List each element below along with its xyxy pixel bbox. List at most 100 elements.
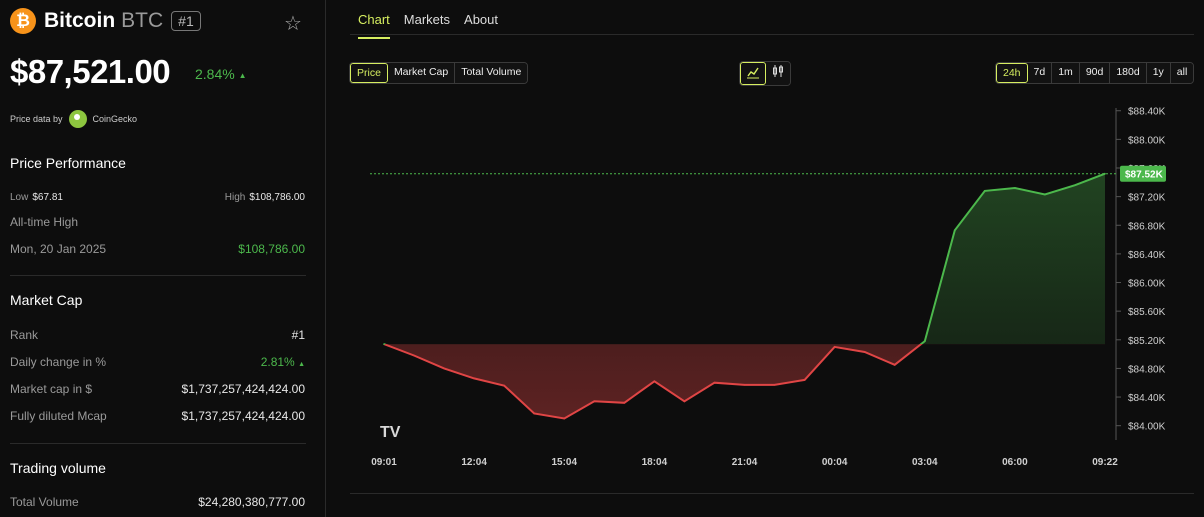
divider [10, 443, 306, 444]
y-tick-label: $84.80K [1128, 364, 1166, 375]
y-tick-label: $85.20K [1128, 336, 1166, 347]
tradingview-logo-icon: TV [380, 424, 401, 441]
price-point [863, 351, 866, 353]
x-tick-label: 21:04 [732, 457, 758, 468]
price-data-source: Price data by CoinGecko [10, 110, 137, 128]
low-field: Low $67.81 [10, 192, 63, 203]
candlestick-button[interactable] [766, 62, 790, 85]
low-value: $67.81 [32, 192, 63, 203]
price-change: 2.84% ▲ [195, 66, 247, 82]
trading-volume-title: Trading volume [10, 460, 106, 476]
price-point [383, 343, 385, 345]
coin-symbol: BTC [121, 9, 164, 32]
price-point [1014, 187, 1016, 189]
rank-label: Rank [10, 328, 39, 342]
range-24h-button[interactable]: 24h [996, 63, 1028, 83]
range-1m-button[interactable]: 1m [1052, 63, 1080, 83]
daily-change-label: Daily change in % [10, 355, 107, 369]
tab-divider [350, 34, 1194, 35]
ath-label-row: All-time High [10, 215, 305, 229]
x-tick-label: 12:04 [461, 457, 487, 468]
price-point [413, 354, 415, 357]
price-point [803, 379, 806, 381]
market-cap-row: Market cap in $ $1,737,257,424,424.00 [10, 382, 305, 396]
y-tick-label: $86.40K [1128, 250, 1166, 261]
price-point [563, 417, 566, 420]
price-series [383, 172, 1106, 420]
line-chart-button[interactable] [740, 62, 766, 85]
price-point [1074, 184, 1076, 186]
up-arrow-icon: ▲ [238, 70, 247, 80]
price-data-source-name[interactable]: CoinGecko [93, 114, 138, 124]
coin-name: Bitcoin [44, 9, 116, 32]
price-point [743, 384, 746, 386]
range-180d-button[interactable]: 180d [1110, 63, 1147, 83]
coingecko-logo-icon [68, 110, 87, 128]
ath-value: $108,786.00 [238, 242, 305, 256]
price-point [984, 190, 986, 192]
price-metric-button[interactable]: Price [350, 63, 388, 83]
coin-info-panel: ₿ Bitcoin BTC #1 ☆ $87,521.00 2.84% ▲ Pr… [0, 0, 326, 517]
coin-page: ₿ Bitcoin BTC #1 ☆ $87,521.00 2.84% ▲ Pr… [0, 0, 1204, 517]
range-all-button[interactable]: all [1170, 63, 1194, 83]
daily-change-row: Daily change in % 2.81% ▲ [10, 355, 305, 369]
range-90d-button[interactable]: 90d [1079, 63, 1111, 83]
price-point [623, 401, 626, 404]
y-tick-label: $88.00K [1128, 135, 1166, 146]
ath-row: Mon, 20 Jan 2025 $108,786.00 [10, 242, 305, 256]
x-tick-label: 00:04 [822, 457, 848, 468]
bitcoin-logo-icon: ₿ [10, 8, 36, 34]
price-point [1104, 172, 1106, 175]
price-point [593, 400, 596, 403]
price-data-label: Price data by [10, 114, 63, 124]
daily-change-percent: 2.81% [260, 355, 295, 369]
market-cap-label: Market cap in $ [10, 382, 93, 396]
total-volume-metric-button[interactable]: Total Volume [455, 63, 528, 83]
rank-row: Rank #1 [10, 328, 305, 342]
bottom-divider [350, 493, 1194, 494]
current-price-marker: $87.52K [370, 165, 1166, 182]
fully-diluted-row: Fully diluted Mcap $1,737,257,424,424.00 [10, 409, 305, 423]
market-cap-metric-button[interactable]: Market Cap [387, 63, 456, 83]
price-point [443, 367, 445, 370]
price-point [923, 340, 926, 343]
price-point [533, 412, 536, 415]
up-arrow-icon: ▲ [298, 361, 305, 368]
star-icon[interactable]: ☆ [284, 11, 302, 36]
price-point [773, 384, 776, 386]
chart-type-toggle [739, 61, 791, 86]
daily-change-value: 2.81% ▲ [261, 355, 305, 369]
high-value: $108,786.00 [249, 192, 305, 203]
y-tick-label: $88.40K [1128, 107, 1166, 118]
price-point [833, 346, 836, 348]
total-volume-row: Total Volume $24,280,380,777.00 [10, 495, 305, 509]
rank-value: #1 [291, 328, 305, 342]
tradingview-watermark: TV [380, 424, 401, 441]
high-label: High [224, 192, 246, 203]
market-cap-value: $1,737,257,424,424.00 [181, 382, 305, 396]
price-chart[interactable]: $84.00K $84.40K $84.80K $85.20K $85.60K $86.0… [350, 100, 1204, 480]
low-label: Low [10, 192, 29, 203]
y-tick-label: $84.00K [1128, 422, 1166, 433]
coin-header: ₿ Bitcoin BTC #1 [10, 8, 201, 34]
high-field: High $108,786.00 [225, 192, 305, 203]
y-tick-label: $87.20K [1128, 193, 1166, 204]
range-1y-button[interactable]: 1y [1146, 63, 1171, 83]
price-point [503, 384, 505, 387]
y-tick-label: $85.60K [1128, 307, 1166, 318]
candlestick-icon [773, 65, 783, 77]
total-volume-label: Total Volume [10, 495, 79, 509]
x-tick-label: 09:22 [1092, 457, 1118, 468]
range-7d-button[interactable]: 7d [1027, 63, 1053, 83]
price-point [1044, 193, 1046, 196]
fully-diluted-label: Fully diluted Mcap [10, 409, 107, 423]
price-change-value: 2.84% [195, 66, 235, 82]
price-performance-title: Price Performance [10, 155, 126, 171]
price-chart-svg[interactable]: $84.00K $84.40K $84.80K $85.20K $85.60K $86.0… [350, 100, 1204, 480]
price-point [683, 400, 686, 403]
current-price-label: $87.52K [1125, 170, 1164, 181]
price-point [473, 377, 475, 380]
price-point [953, 229, 956, 232]
y-tick-label: $84.40K [1128, 393, 1166, 404]
metric-toggle: Price Market Cap Total Volume [349, 62, 529, 84]
